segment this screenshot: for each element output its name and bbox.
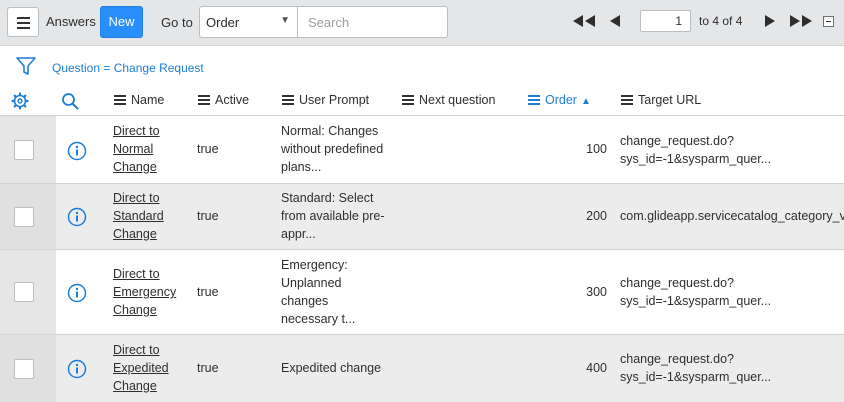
cell-target-url: change_request.do? <box>620 352 734 366</box>
column-menu-icon <box>402 95 414 105</box>
row-select-checkbox[interactable] <box>14 140 34 160</box>
cell-active: true <box>197 361 219 375</box>
column-menu-icon <box>198 95 210 105</box>
search-icon[interactable] <box>61 92 79 110</box>
list-title: Answers <box>46 14 96 29</box>
collapse-icon[interactable] <box>823 16 834 27</box>
page-number-input[interactable]: 1 <box>640 10 691 32</box>
cell-target-url-cont: sys_id=-1&sysparm_quer... <box>620 370 772 384</box>
cell-target-url: change_request.do? <box>620 276 734 290</box>
cell-active: true <box>197 142 219 156</box>
column-header-user-prompt[interactable]: User Prompt <box>282 93 369 107</box>
cell-order: 100 <box>586 142 607 156</box>
cell-active: true <box>197 209 219 223</box>
column-header-next-question[interactable]: Next question <box>402 93 495 107</box>
funnel-icon[interactable] <box>15 55 37 77</box>
cell-active: true <box>197 285 219 299</box>
prev-page-icon[interactable] <box>609 13 621 29</box>
goto-selected-value: Order <box>206 15 240 30</box>
column-menu-icon <box>114 95 126 105</box>
cell-user-prompt: Standard: Select from available pre-appr… <box>281 191 385 241</box>
table-row: Direct to Normal Change true Normal: Cha… <box>0 115 844 183</box>
table-row: Direct to Expedited Change true Expedite… <box>0 334 844 402</box>
cell-name[interactable]: Direct to Expedited Change <box>113 341 185 395</box>
info-icon[interactable] <box>67 359 87 379</box>
list-menu-button[interactable] <box>7 7 39 37</box>
first-page-icon[interactable] <box>571 13 597 29</box>
column-menu-icon <box>528 95 540 105</box>
column-header-target-url[interactable]: Target URL <box>621 93 701 107</box>
cell-name[interactable]: Direct to Normal Change <box>113 122 185 176</box>
cell-name[interactable]: Direct to Emergency Change <box>113 265 185 319</box>
column-menu-icon <box>621 95 633 105</box>
info-icon[interactable] <box>67 141 87 161</box>
column-header-active[interactable]: Active <box>198 93 249 107</box>
next-page-icon[interactable] <box>764 13 776 29</box>
table-row: Direct to Emergency Change true Emergenc… <box>0 249 844 334</box>
cell-user-prompt: Normal: Changes without predefined plans… <box>281 124 384 174</box>
cell-order: 400 <box>586 361 607 375</box>
row-select-checkbox[interactable] <box>14 207 34 227</box>
list-header: Answers New Go to Order ▼ Search 1 to 4 … <box>0 0 844 46</box>
cell-name[interactable]: Direct to Standard Change <box>113 189 185 243</box>
goto-label: Go to <box>161 15 193 30</box>
goto-field-select[interactable]: Order ▼ <box>199 6 298 38</box>
cell-target-url: change_request.do? <box>620 134 734 148</box>
cell-order: 200 <box>586 209 607 223</box>
cell-user-prompt: Emergency: Unplanned changes necessary t… <box>281 258 356 326</box>
cell-target-url-cont: sys_id=-1&sysparm_quer... <box>620 152 772 166</box>
last-page-icon[interactable] <box>788 13 814 29</box>
cell-user-prompt: Expedited change <box>281 361 382 375</box>
filter-breadcrumb[interactable]: Question = Change Request <box>52 61 204 75</box>
cell-target-url: com.glideapp.servicecatalog_category_vi <box>620 209 844 223</box>
new-button[interactable]: New <box>100 6 143 38</box>
gear-icon[interactable] <box>11 92 29 110</box>
row-select-checkbox[interactable] <box>14 282 34 302</box>
hamburger-icon <box>17 17 30 19</box>
table-row: Direct to Standard Change true Standard:… <box>0 183 844 249</box>
row-select-checkbox[interactable] <box>14 359 34 379</box>
info-icon[interactable] <box>67 283 87 303</box>
column-menu-icon <box>282 95 294 105</box>
column-header-order[interactable]: Order ▲ <box>528 93 591 107</box>
cell-target-url-cont: sys_id=-1&sysparm_quer... <box>620 294 772 308</box>
cell-order: 300 <box>586 285 607 299</box>
info-icon[interactable] <box>67 207 87 227</box>
column-header-name[interactable]: Name <box>114 93 164 107</box>
search-input[interactable]: Search <box>297 6 448 38</box>
dropdown-caret-icon: ▼ <box>280 15 290 26</box>
sort-ascending-icon: ▲ <box>580 96 591 107</box>
search-placeholder: Search <box>308 15 350 30</box>
page-range-label: to 4 of 4 <box>699 14 743 28</box>
